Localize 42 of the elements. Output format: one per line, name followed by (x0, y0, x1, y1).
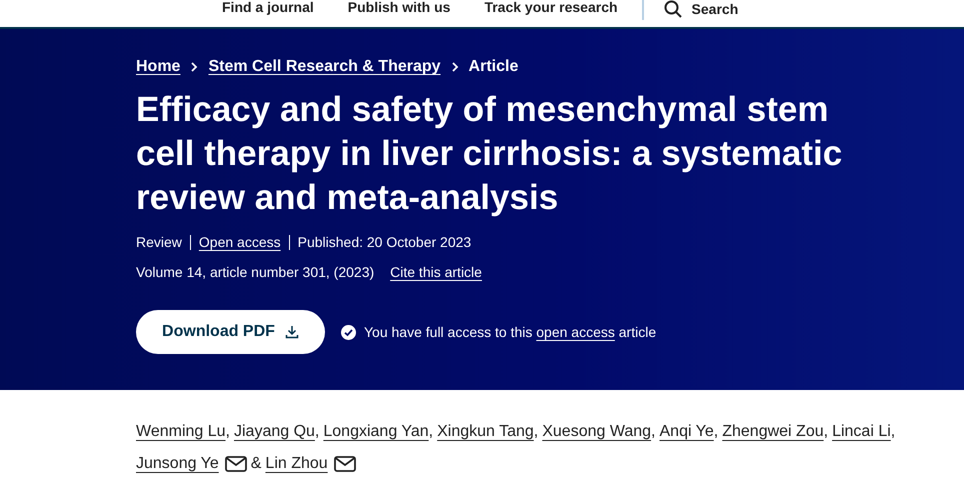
open-access-link[interactable]: Open access (198, 234, 281, 250)
article-type: Review (136, 234, 182, 250)
separator-text: , (714, 422, 718, 442)
separator-text: , (890, 422, 896, 442)
published-date: Published: 20 October 2023 (298, 234, 472, 250)
author-link[interactable]: Zhengwei Zou (722, 416, 824, 448)
separator-text: & (250, 454, 262, 474)
separator-text: , (824, 422, 828, 442)
chevron-icon (450, 61, 459, 73)
download-pdf-button[interactable]: Download PDF (136, 310, 325, 354)
open-access-link[interactable]: open access (536, 324, 615, 340)
separator-text: , (428, 422, 434, 442)
nav-link[interactable]: Track your research (484, 0, 618, 14)
author-link[interactable]: Lin Zhou (265, 448, 328, 480)
breadcrumb-link[interactable]: Stem Cell Research & Therapy (208, 58, 441, 76)
separator-text: , (226, 422, 230, 442)
mail-icon[interactable] (334, 456, 356, 472)
author-link[interactable]: Longxiang Yan (323, 416, 429, 448)
author-link[interactable]: Xuesong Wang (542, 416, 652, 448)
author-link[interactable]: Wenming Lu (136, 416, 226, 448)
separator-text: , (651, 422, 656, 442)
separator-text: , (534, 422, 538, 442)
breadcrumb-link[interactable]: Home (136, 58, 180, 76)
download-icon (284, 325, 299, 339)
citation-text: Volume 14, article number 301, (2023) (136, 264, 374, 280)
check-circle-icon (341, 324, 356, 340)
separator-text: , (314, 422, 320, 442)
author-link[interactable]: Jiayang Qu (234, 416, 315, 448)
nav-link[interactable]: Find a journal (222, 0, 314, 14)
access-note: You have full access to this open access article (364, 324, 656, 340)
author-link[interactable]: Xingkun Tang (437, 416, 534, 448)
chevron-icon (190, 61, 198, 73)
mail-icon[interactable] (224, 456, 247, 472)
author-link[interactable]: Anqi Ye (660, 416, 714, 448)
search-link[interactable]: Search (664, 0, 738, 18)
breadcrumb-current: Article (468, 58, 518, 76)
author-link[interactable]: Junsong Ye (136, 448, 219, 480)
nav-link[interactable]: Publish with us (348, 0, 450, 14)
author-link[interactable]: Lincai Li (832, 416, 891, 448)
article-title: Efficacy and safety of mesenchymal stem cell therapy in liver cirrhosis: a systematic review and meta-analysis (136, 89, 844, 219)
search-icon (664, 0, 682, 18)
cite-link[interactable]: Cite this article (390, 264, 482, 280)
